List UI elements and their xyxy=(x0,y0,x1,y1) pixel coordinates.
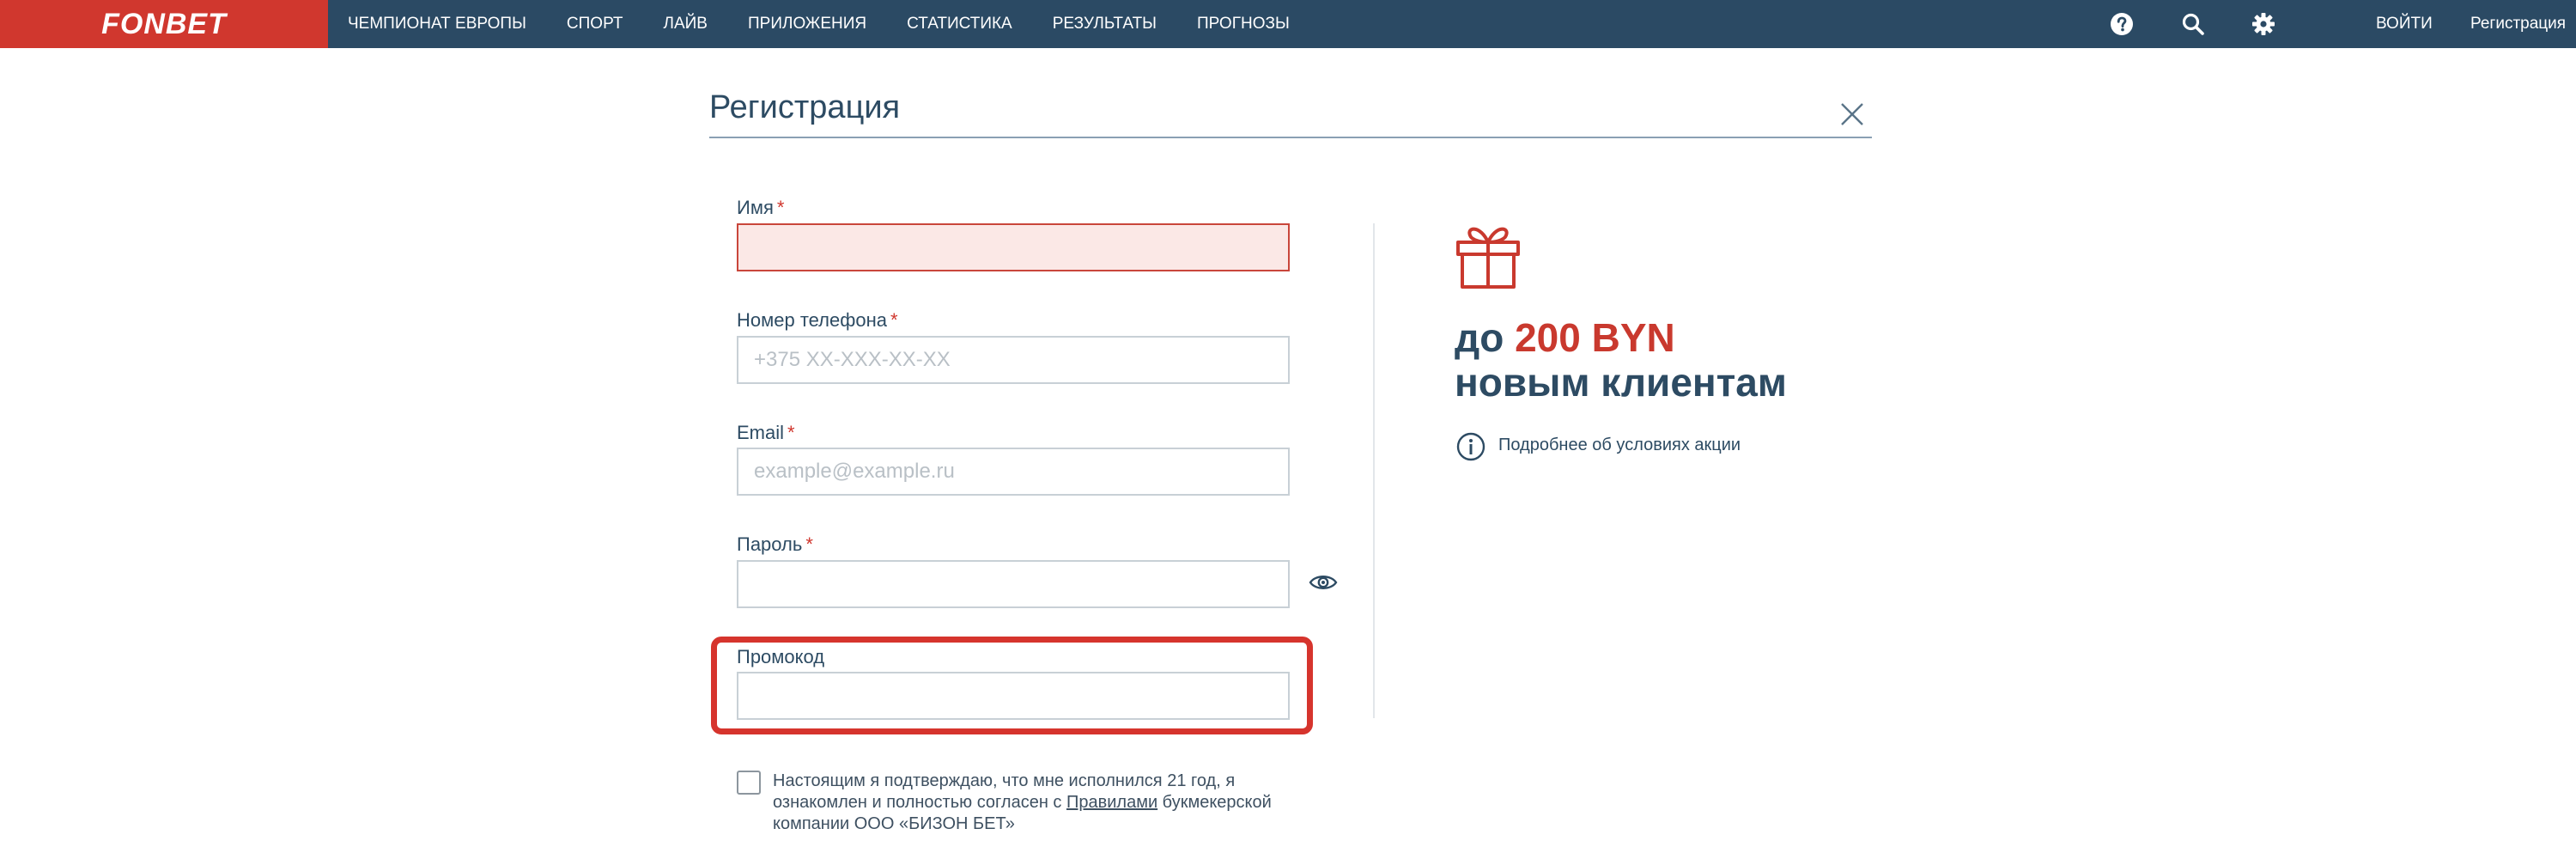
required-mark: * xyxy=(787,422,795,443)
fonbet-logo[interactable]: FONBET xyxy=(0,0,328,48)
top-navigation-bar: FONBET ЧЕМПИОНАТ ЕВРОПЫ СПОРТ ЛАЙВ ПРИЛО… xyxy=(0,0,2576,48)
required-mark: * xyxy=(890,309,898,331)
promo-label: Промокод xyxy=(737,646,825,667)
name-input[interactable] xyxy=(737,223,1290,271)
show-password-eye-icon[interactable] xyxy=(1309,573,1338,592)
nav-item-predictions[interactable]: ПРОГНОЗЫ xyxy=(1197,15,1290,34)
search-icon[interactable] xyxy=(2181,12,2205,36)
gear-icon[interactable] xyxy=(2251,12,2275,36)
nav-item-euro-championship[interactable]: ЧЕМПИОНАТ ЕВРОПЫ xyxy=(348,15,526,34)
required-mark: * xyxy=(776,197,785,218)
password-label: Пароль * xyxy=(737,533,813,556)
promo-amount: 200 BYN xyxy=(1515,315,1675,360)
gift-icon xyxy=(1456,227,1520,289)
promo-bonus-line: до 200 BYN xyxy=(1455,314,1675,361)
name-label-text: Имя xyxy=(737,197,774,218)
email-input[interactable] xyxy=(737,448,1290,496)
required-mark: * xyxy=(805,533,813,555)
column-divider xyxy=(1373,223,1375,718)
login-link[interactable]: ВОЙТИ xyxy=(2376,0,2433,48)
name-label: Имя * xyxy=(737,197,784,219)
password-label-text: Пароль xyxy=(737,533,803,555)
consent-text: Настоящим я подтверждаю, что мне исполни… xyxy=(773,771,1305,835)
info-icon[interactable] xyxy=(1456,432,1485,461)
close-icon[interactable] xyxy=(1839,101,1865,127)
help-icon[interactable] xyxy=(2110,12,2134,36)
promo-audience-line: новым клиентам xyxy=(1455,360,1787,405)
nav-item-statistics[interactable]: СТАТИСТИКА xyxy=(907,15,1012,34)
email-label: Email * xyxy=(737,422,795,444)
logo-text: FONBET xyxy=(101,7,227,40)
phone-label: Номер телефона * xyxy=(737,309,898,332)
promo-terms-link[interactable]: Подробнее об условиях акции xyxy=(1498,436,1741,455)
promo-code-input[interactable] xyxy=(737,672,1290,720)
nav-item-sport[interactable]: СПОРТ xyxy=(567,15,623,34)
password-input[interactable] xyxy=(737,560,1290,608)
phone-label-text: Номер телефона xyxy=(737,309,887,331)
phone-input[interactable] xyxy=(737,336,1290,384)
promo-prefix: до xyxy=(1455,315,1516,360)
nav-item-live[interactable]: ЛАЙВ xyxy=(664,15,708,34)
title-divider xyxy=(709,137,1872,138)
register-link[interactable]: Регистрация xyxy=(2470,0,2566,48)
page-title: Регистрация xyxy=(709,89,901,125)
email-label-text: Email xyxy=(737,422,785,443)
nav-item-results[interactable]: РЕЗУЛЬТАТЫ xyxy=(1053,15,1157,34)
nav-item-apps[interactable]: ПРИЛОЖЕНИЯ xyxy=(748,15,866,34)
main-nav: ЧЕМПИОНАТ ЕВРОПЫ СПОРТ ЛАЙВ ПРИЛОЖЕНИЯ С… xyxy=(328,0,1310,48)
rules-link[interactable]: Правилами xyxy=(1066,793,1157,812)
consent-checkbox[interactable] xyxy=(737,771,761,795)
